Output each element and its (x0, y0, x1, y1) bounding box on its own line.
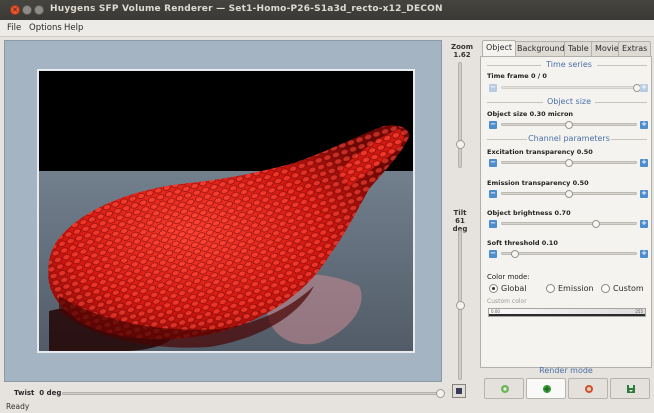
menu-file[interactable]: File (7, 23, 21, 33)
section-time-series: Time series (541, 60, 597, 69)
status-bar: Ready (6, 402, 30, 411)
stop-render-button[interactable] (452, 384, 466, 398)
section-object-size: Object size (543, 97, 595, 106)
custom-color-label: Custom color (487, 298, 527, 305)
time-frame-increase-button[interactable]: + (640, 84, 648, 92)
zoom-slider-track[interactable] (458, 62, 462, 168)
rendered-volume (39, 71, 413, 351)
color-mode-global-radio[interactable] (489, 284, 498, 293)
render-viewport[interactable]: Zoom 1.62 (4, 40, 473, 382)
custom-color-bar[interactable]: 0.00 255 (488, 308, 646, 317)
menu-bar: File Options Help (0, 20, 654, 37)
zoom-label: Zoom 1.62 (451, 43, 473, 59)
maximize-window-button[interactable] (34, 5, 44, 15)
tilt-slider-handle[interactable] (455, 301, 465, 310)
settings-panel: Object Background Table Movie Extras Tim… (480, 40, 652, 400)
excitation-increase-button[interactable]: + (640, 159, 648, 167)
twist-label: Twist 0 deg (14, 389, 62, 397)
tab-object[interactable]: Object (482, 40, 517, 56)
brightness-increase-button[interactable]: + (640, 220, 648, 228)
render-snapshot-icon (585, 385, 593, 393)
volume-render-image[interactable] (37, 69, 415, 353)
brightness-decrease-button[interactable]: − (489, 220, 497, 228)
menu-options[interactable]: Options (29, 23, 62, 33)
time-frame-slider-track[interactable] (501, 86, 637, 89)
tab-extras[interactable]: Extras (618, 41, 652, 56)
object-size-label: Object size 0.30 micron (487, 110, 574, 118)
excitation-transparency-label: Excitation transparency 0.50 (487, 148, 593, 156)
tab-bar: Object Background Table Movie Extras (480, 40, 652, 56)
color-mode-custom-label: Custom (613, 284, 644, 293)
object-brightness-label: Object brightness 0.70 (487, 209, 571, 217)
brightness-slider-handle[interactable] (592, 220, 601, 228)
zoom-label-text: Zoom (451, 43, 473, 51)
render-quality-button[interactable] (526, 378, 566, 399)
soft-threshold-slider-handle[interactable] (510, 250, 519, 258)
time-frame-decrease-button[interactable]: − (489, 84, 497, 92)
object-size-decrease-button[interactable]: − (489, 121, 497, 129)
emission-increase-button[interactable]: + (640, 190, 648, 198)
twist-slider-track[interactable] (62, 392, 440, 395)
render-quality-icon (543, 385, 551, 393)
menu-help[interactable]: Help (64, 23, 83, 33)
color-mode-emission-radio[interactable] (546, 284, 555, 293)
render-snapshot-button[interactable] (568, 378, 608, 399)
twist-bar: Twist 0 deg (4, 384, 445, 402)
color-mode-emission-label: Emission (558, 284, 594, 293)
color-mode-custom-radio[interactable] (601, 284, 610, 293)
soft-threshold-decrease-button[interactable]: − (489, 250, 497, 258)
excitation-decrease-button[interactable]: − (489, 159, 497, 167)
color-bar-stripe (489, 314, 645, 316)
render-mode-title: Render mode (539, 366, 593, 375)
brightness-slider-track[interactable] (501, 222, 637, 225)
soft-threshold-increase-button[interactable]: + (640, 250, 648, 258)
object-tab-panel: Time series Time frame 0 / 0 − + Object … (480, 56, 652, 368)
title-bar: ✕ Huygens SFP Volume Renderer — Set1-Hom… (0, 0, 654, 20)
render-fast-button[interactable] (484, 378, 524, 399)
time-frame-label: Time frame 0 / 0 (487, 72, 547, 80)
object-size-slider-handle[interactable] (565, 121, 573, 129)
minimize-window-button[interactable] (22, 5, 32, 15)
stop-icon (456, 388, 462, 394)
emission-slider-handle[interactable] (565, 190, 573, 198)
color-mode-label: Color mode: (487, 273, 530, 281)
emission-decrease-button[interactable]: − (489, 190, 497, 198)
tab-table[interactable]: Table (564, 41, 593, 56)
render-fast-icon (501, 385, 509, 393)
excitation-slider-handle[interactable] (565, 159, 573, 167)
twist-value: 0 deg (39, 389, 62, 397)
window-title: Huygens SFP Volume Renderer — Set1-Homo-… (50, 4, 443, 14)
object-size-increase-button[interactable]: + (640, 121, 648, 129)
save-image-button[interactable] (610, 378, 650, 399)
zoom-value: 1.62 (453, 51, 471, 59)
section-channel-parameters: Channel parameters (527, 134, 611, 143)
soft-threshold-label: Soft threshold 0.10 (487, 239, 558, 247)
emission-transparency-label: Emission transparency 0.50 (487, 179, 589, 187)
color-mode-global-label: Global (501, 284, 527, 293)
tab-background[interactable]: Background (513, 41, 569, 56)
soft-threshold-slider-track[interactable] (501, 252, 637, 255)
zoom-slider-handle[interactable] (455, 139, 465, 149)
render-mode-panel: Render mode (480, 366, 652, 402)
save-image-icon (627, 385, 635, 393)
tilt-label-text: Tilt (453, 209, 467, 217)
close-window-button[interactable]: ✕ (10, 5, 20, 15)
twist-slider-handle[interactable] (436, 389, 445, 398)
close-icon: ✕ (12, 6, 18, 14)
